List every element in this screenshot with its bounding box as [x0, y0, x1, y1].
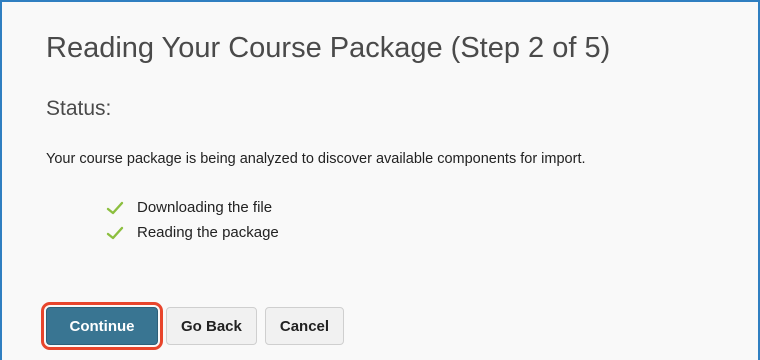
button-row: Continue Go Back Cancel	[41, 302, 345, 350]
status-message: Your course package is being analyzed to…	[46, 151, 586, 167]
cancel-button[interactable]: Cancel	[264, 307, 345, 345]
check-icon	[106, 201, 124, 215]
step-list: Downloading the file Reading the package	[106, 195, 279, 245]
page-title: Reading Your Course Package (Step 2 of 5…	[46, 32, 611, 64]
go-back-button[interactable]: Go Back	[166, 307, 257, 345]
status-heading: Status:	[46, 97, 112, 120]
continue-button[interactable]: Continue	[41, 302, 163, 350]
check-icon	[106, 226, 124, 240]
step-label: Reading the package	[137, 224, 279, 241]
import-wizard-panel: Reading Your Course Package (Step 2 of 5…	[0, 0, 760, 360]
step-item-reading: Reading the package	[106, 220, 279, 245]
step-label: Downloading the file	[137, 199, 273, 216]
step-item-downloading: Downloading the file	[106, 195, 279, 220]
